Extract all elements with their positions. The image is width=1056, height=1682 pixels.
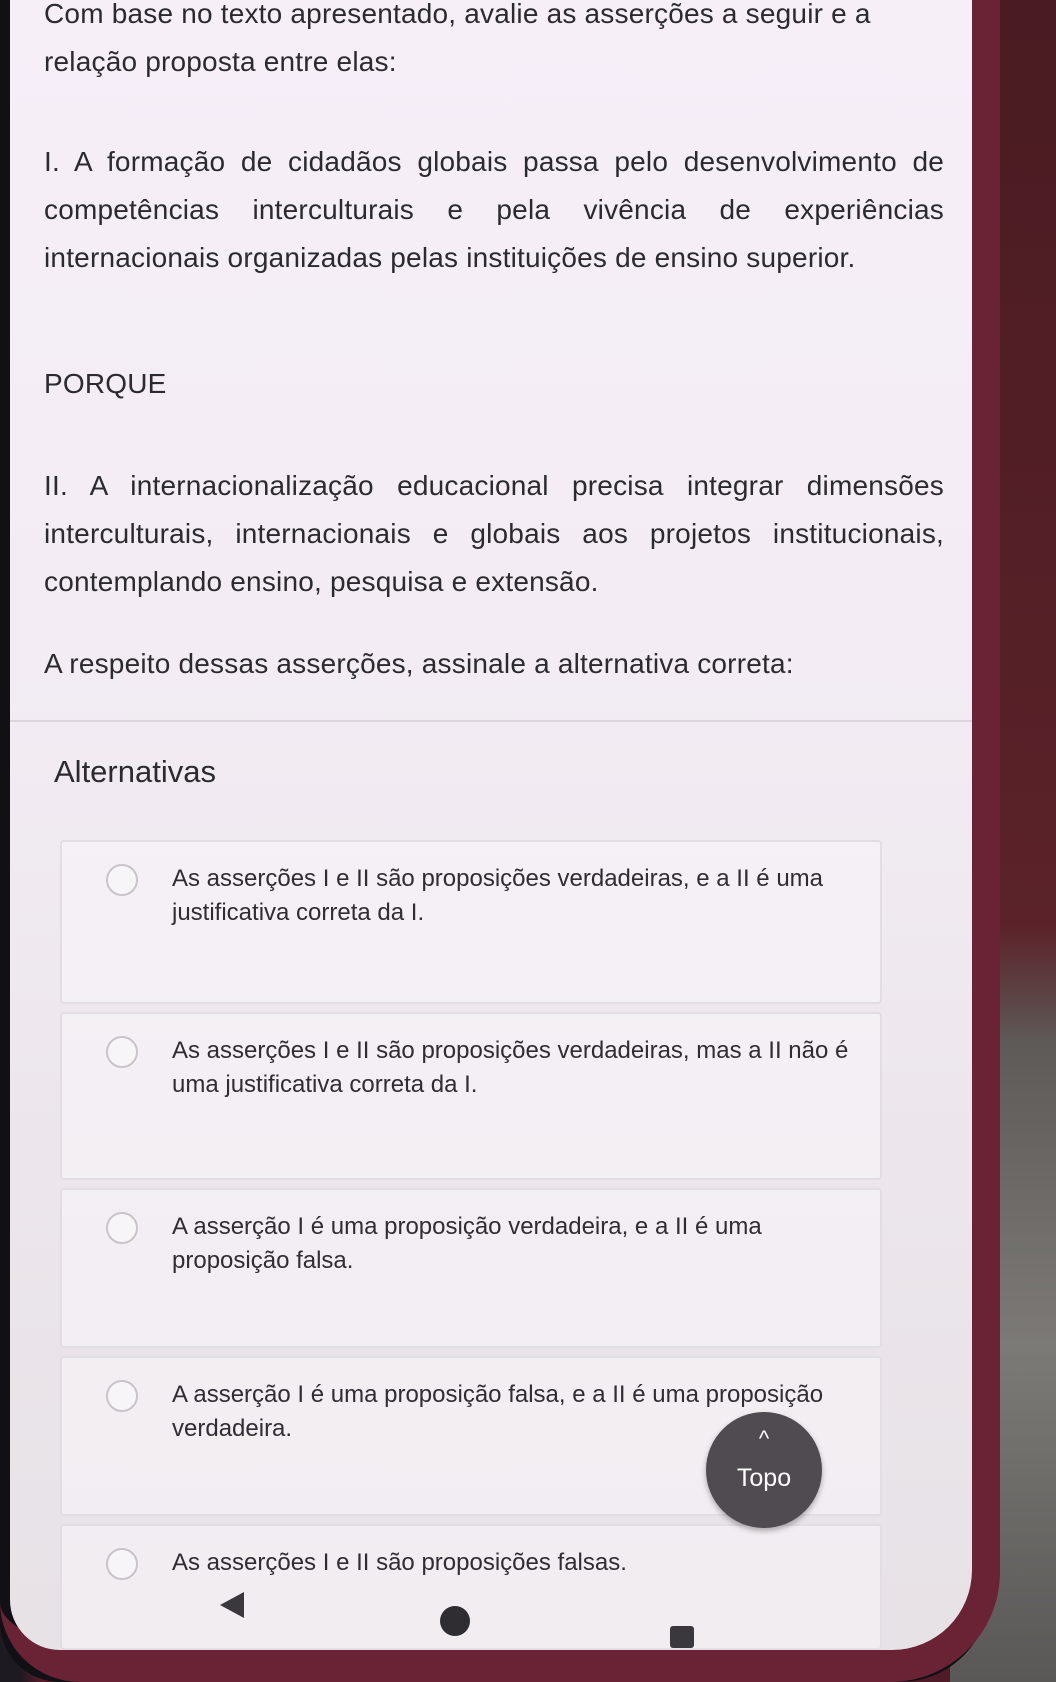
connector-porque: PORQUE (44, 368, 167, 399)
alternatives-heading: Alternativas (54, 754, 216, 789)
question-intro: Com base no texto apresentado, avalie as… (44, 0, 871, 77)
alternative-option-b[interactable]: As asserções I e II são proposições verd… (60, 1012, 882, 1180)
question-prompt: A respeito dessas asserções, assinale a … (44, 648, 794, 679)
alternative-option-a[interactable]: As asserções I e II são proposições verd… (60, 840, 882, 1004)
section-divider (10, 720, 972, 722)
home-icon[interactable] (440, 1606, 470, 1636)
assertion-2: II. A internacionalização educacional pr… (44, 470, 944, 597)
scroll-to-top-button[interactable]: ^ Topo (706, 1412, 822, 1528)
assertion-1: I. A formação de cidadãos globais passa … (44, 146, 944, 273)
alternative-text-c: A asserção I é uma proposição verdadeira… (172, 1213, 762, 1274)
screen: Com base no texto apresentado, avalie as… (10, 0, 972, 1650)
alternative-text-e: As asserções I e II são proposições fals… (172, 1549, 627, 1576)
alternative-text-b: As asserções I e II são proposições verd… (172, 1037, 849, 1098)
recents-icon[interactable] (670, 1626, 694, 1648)
radio-button-a[interactable] (106, 864, 138, 896)
topo-label: Topo (736, 1464, 792, 1492)
alternative-option-e[interactable]: As asserções I e II são proposições fals… (60, 1524, 882, 1650)
back-icon[interactable] (220, 1592, 244, 1618)
radio-button-d[interactable] (106, 1380, 138, 1412)
radio-button-e[interactable] (106, 1548, 138, 1580)
alternative-option-c[interactable]: A asserção I é uma proposição verdadeira… (60, 1188, 882, 1348)
alternative-text-a: As asserções I e II são proposições verd… (172, 865, 823, 926)
radio-button-c[interactable] (106, 1212, 138, 1244)
radio-button-b[interactable] (106, 1036, 138, 1068)
chevron-up-icon: ^ (758, 1426, 770, 1451)
